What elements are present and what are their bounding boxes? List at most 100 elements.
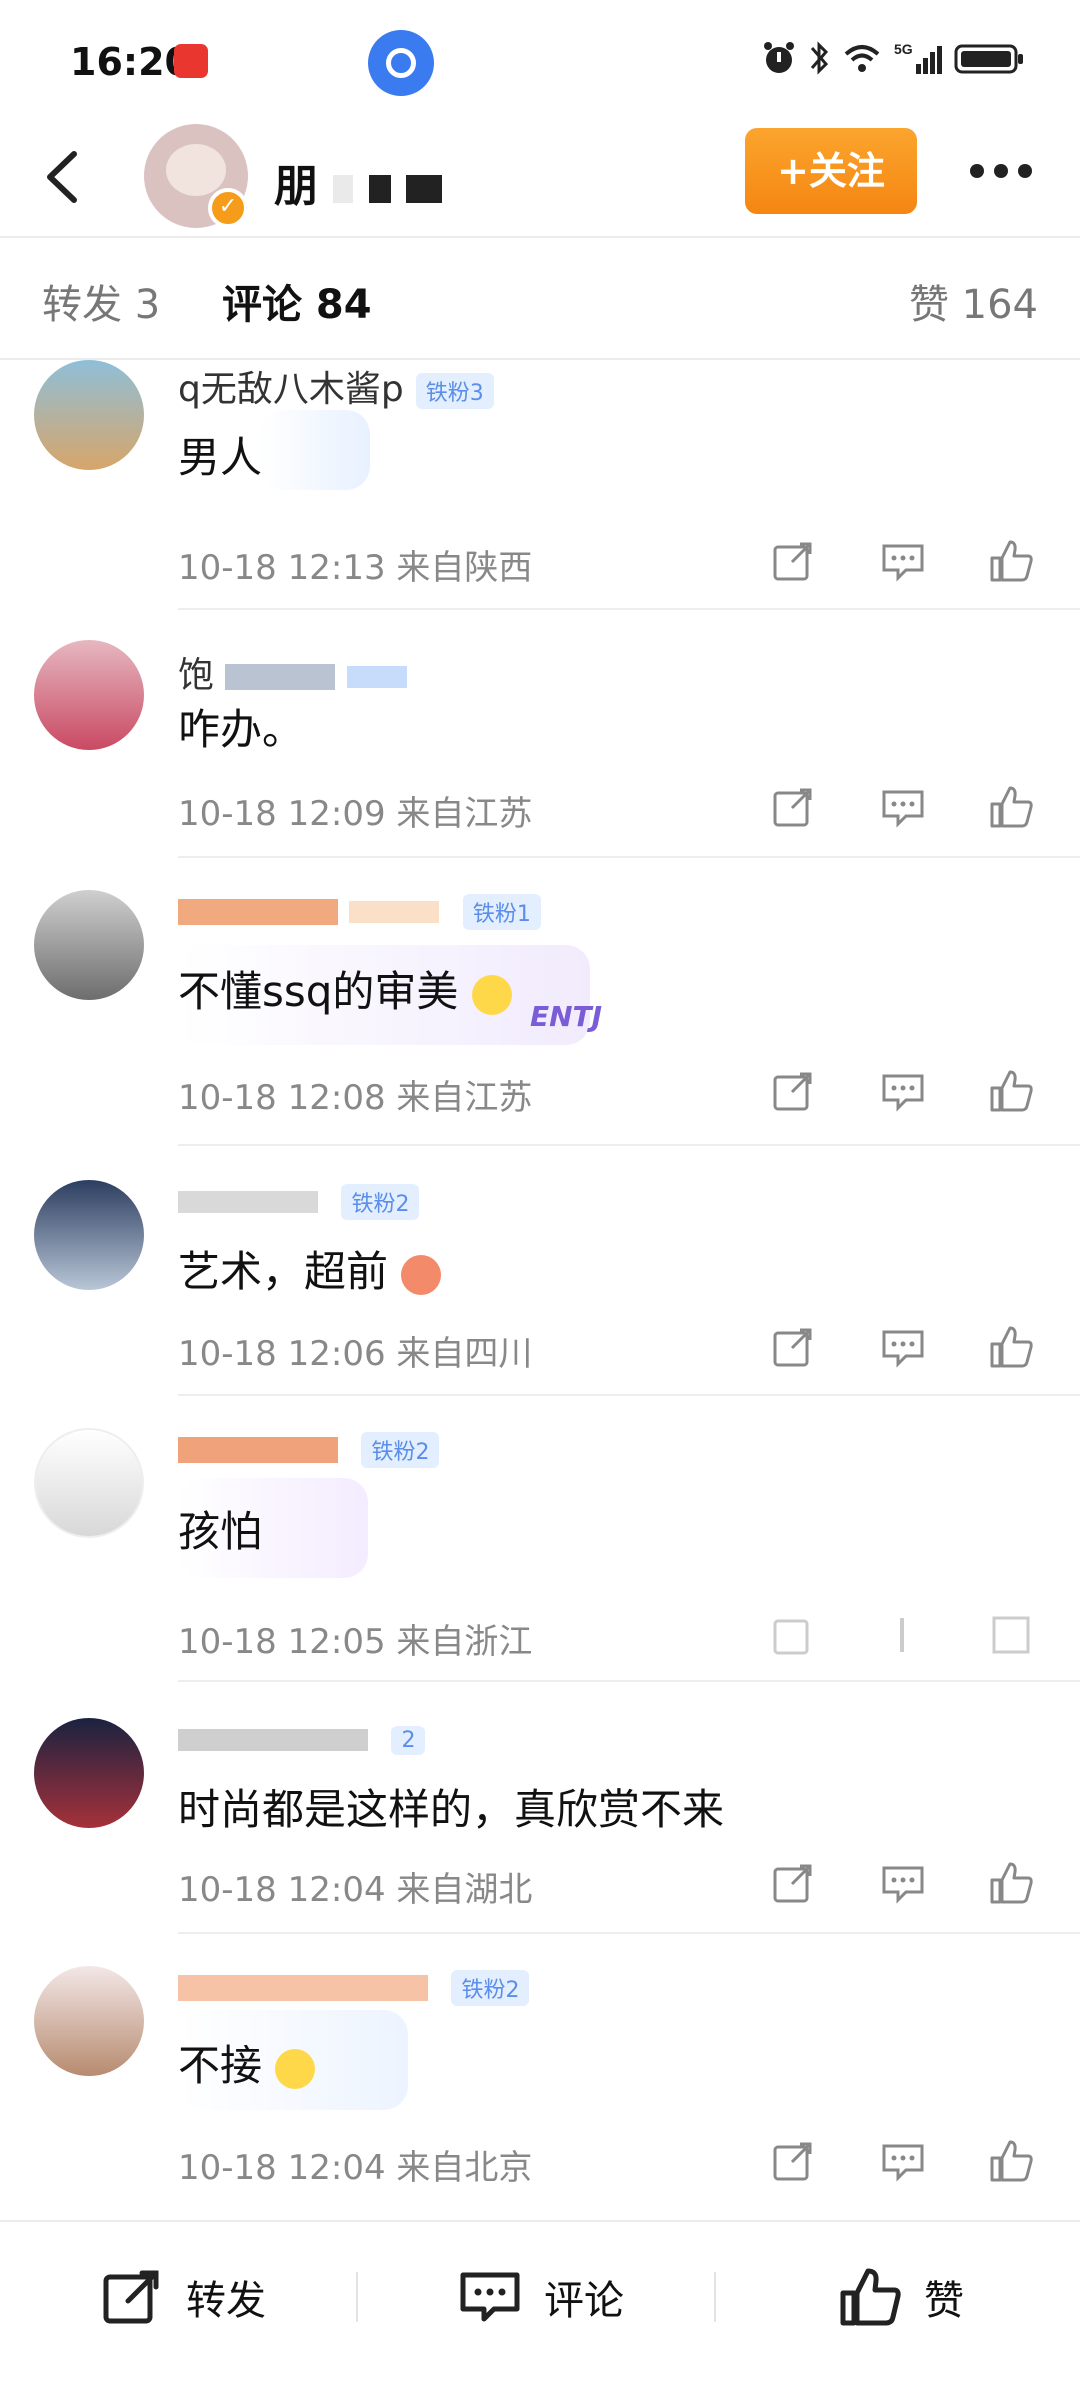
commenter-avatar[interactable] bbox=[34, 1180, 144, 1290]
like-icon[interactable] bbox=[988, 1068, 1034, 1114]
redacted-block bbox=[178, 1975, 428, 2001]
fan-badge: 铁粉3 bbox=[415, 373, 494, 409]
comment-item: 2 时尚都是这样的，真欣赏不来 10-18 12:04 来自湖北 bbox=[0, 1718, 1080, 1938]
like-icon[interactable] bbox=[988, 1612, 1034, 1658]
redacted-block bbox=[333, 175, 354, 203]
comment-divider bbox=[178, 856, 1080, 858]
reply-icon[interactable] bbox=[880, 1068, 926, 1114]
header-divider bbox=[0, 236, 1080, 238]
share-icon[interactable] bbox=[770, 1860, 816, 1906]
status-bar: 16:20 5G bbox=[0, 0, 1080, 120]
comment-actions bbox=[770, 538, 1040, 588]
comment-actions bbox=[770, 1860, 1040, 1910]
commenter-name[interactable]: 铁粉2 bbox=[178, 1428, 440, 1469]
comment-actions bbox=[770, 1612, 1040, 1662]
repost-icon bbox=[103, 2270, 159, 2324]
thumbs-up-icon bbox=[840, 2268, 901, 2326]
tab-likes[interactable]: 赞 164 bbox=[909, 272, 1038, 330]
emoji-icon bbox=[275, 2048, 316, 2089]
redacted-block bbox=[225, 664, 336, 690]
bottom-like-button[interactable]: 赞 bbox=[838, 2262, 964, 2332]
comment-divider bbox=[178, 1932, 1080, 1934]
bottom-repost-label: 转发 bbox=[186, 2278, 266, 2324]
tab-repost[interactable]: 转发 3 bbox=[42, 272, 160, 330]
redacted-block bbox=[178, 899, 338, 925]
bottom-repost-button[interactable]: 转发 bbox=[100, 2262, 266, 2332]
like-icon[interactable] bbox=[988, 784, 1034, 830]
comment-text: 孩怕 bbox=[178, 1507, 263, 1556]
comment-item: 铁粉2 不接 10-18 12:04 来自北京 bbox=[0, 1966, 1080, 2196]
fan-badge: 铁粉2 bbox=[361, 1432, 440, 1468]
emoji-icon bbox=[471, 974, 512, 1015]
reply-icon[interactable] bbox=[880, 538, 926, 584]
comment-meta: 10-18 12:13 来自陕西 bbox=[178, 548, 533, 588]
comment-actions bbox=[770, 2138, 1040, 2188]
comment-meta: 10-18 12:09 来自江苏 bbox=[178, 794, 533, 834]
comment-text: 时尚都是这样的，真欣赏不来 bbox=[178, 1785, 725, 1834]
bottom-divider bbox=[714, 2272, 716, 2322]
commenter-avatar[interactable] bbox=[34, 360, 144, 470]
share-icon[interactable] bbox=[770, 784, 816, 830]
reply-icon[interactable] bbox=[880, 1860, 926, 1906]
comment-divider bbox=[178, 1680, 1080, 1682]
reply-icon[interactable] bbox=[880, 784, 926, 830]
follow-button[interactable]: +关注 bbox=[745, 128, 917, 214]
commenter-avatar[interactable] bbox=[34, 1428, 144, 1538]
commenter-avatar[interactable] bbox=[34, 1718, 144, 1828]
comment-item: 铁粉2 艺术，超前 10-18 12:06 来自四川 bbox=[0, 1180, 1080, 1400]
bottom-like-label: 赞 bbox=[924, 2278, 964, 2324]
reply-icon[interactable] bbox=[880, 1324, 926, 1370]
signal-5g-icon: 5G bbox=[894, 41, 942, 74]
post-tabs: 转发 3 评论 84 赞 164 bbox=[0, 240, 1080, 360]
author-name[interactable]: 朋 bbox=[274, 150, 442, 214]
decoration-sticker bbox=[260, 410, 370, 490]
fan-badge: 铁粉2 bbox=[341, 1184, 420, 1220]
redacted-block bbox=[178, 1191, 318, 1213]
reply-icon[interactable] bbox=[880, 1612, 926, 1658]
commenter-name[interactable]: 2 bbox=[178, 1718, 426, 1759]
like-icon[interactable] bbox=[988, 2138, 1034, 2184]
comment-actions bbox=[770, 1068, 1040, 1118]
comment-divider bbox=[178, 1394, 1080, 1396]
redacted-block bbox=[178, 1437, 338, 1463]
comment-text: 不懂ssq的审美 bbox=[178, 958, 512, 1019]
commenter-name[interactable]: q无敌八木酱p 铁粉3 bbox=[178, 360, 494, 412]
comment-meta: 10-18 12:04 来自湖北 bbox=[178, 1870, 533, 1910]
share-icon[interactable] bbox=[770, 2138, 816, 2184]
tab-comments[interactable]: 评论 84 bbox=[222, 272, 372, 330]
commenter-name[interactable]: 铁粉2 bbox=[178, 1180, 420, 1221]
like-icon[interactable] bbox=[988, 1324, 1034, 1370]
commenter-avatar[interactable] bbox=[34, 1966, 144, 2076]
share-icon[interactable] bbox=[770, 1612, 816, 1658]
like-icon[interactable] bbox=[988, 1860, 1034, 1906]
commenter-avatar[interactable] bbox=[34, 890, 144, 1000]
fan-badge: 铁粉2 bbox=[451, 1970, 530, 2006]
floating-assistant-icon[interactable] bbox=[368, 30, 434, 96]
status-time: 16:20 bbox=[70, 40, 191, 84]
share-icon[interactable] bbox=[770, 1068, 816, 1114]
comment-actions bbox=[770, 1324, 1040, 1374]
share-icon[interactable] bbox=[770, 1324, 816, 1370]
comment-item: 铁粉2 孩怕 10-18 12:05 来自浙江 bbox=[0, 1428, 1080, 1682]
bottom-comment-button[interactable]: 评论 bbox=[458, 2262, 624, 2332]
alarm-icon bbox=[764, 42, 794, 73]
bottom-action-bar: 转发 评论 赞 bbox=[0, 2220, 1080, 2382]
commenter-name[interactable]: 铁粉1 bbox=[178, 890, 541, 931]
commenter-avatar[interactable] bbox=[34, 640, 144, 750]
reply-icon[interactable] bbox=[880, 2138, 926, 2184]
post-header: ✓ 朋 +关注 bbox=[0, 120, 1080, 238]
app-notification-icon bbox=[174, 44, 208, 78]
redacted-block bbox=[349, 901, 440, 923]
share-icon[interactable] bbox=[770, 538, 816, 584]
comment-text: 男人 bbox=[178, 433, 263, 482]
comment-meta: 10-18 12:04 来自北京 bbox=[178, 2148, 533, 2188]
sticker-text: ENTJ bbox=[530, 1000, 603, 1033]
commenter-name[interactable]: 饱 bbox=[178, 646, 407, 698]
comment-text: 艺术，超前 bbox=[178, 1238, 442, 1299]
commenter-name[interactable]: 铁粉2 bbox=[178, 1966, 530, 2007]
back-arrow-icon[interactable] bbox=[34, 142, 94, 212]
svg-text:5G: 5G bbox=[894, 41, 913, 57]
comment-item: 饱 咋办。 10-18 12:09 来自江苏 bbox=[0, 640, 1080, 860]
more-options-icon[interactable] bbox=[970, 164, 1032, 178]
like-icon[interactable] bbox=[988, 538, 1034, 584]
